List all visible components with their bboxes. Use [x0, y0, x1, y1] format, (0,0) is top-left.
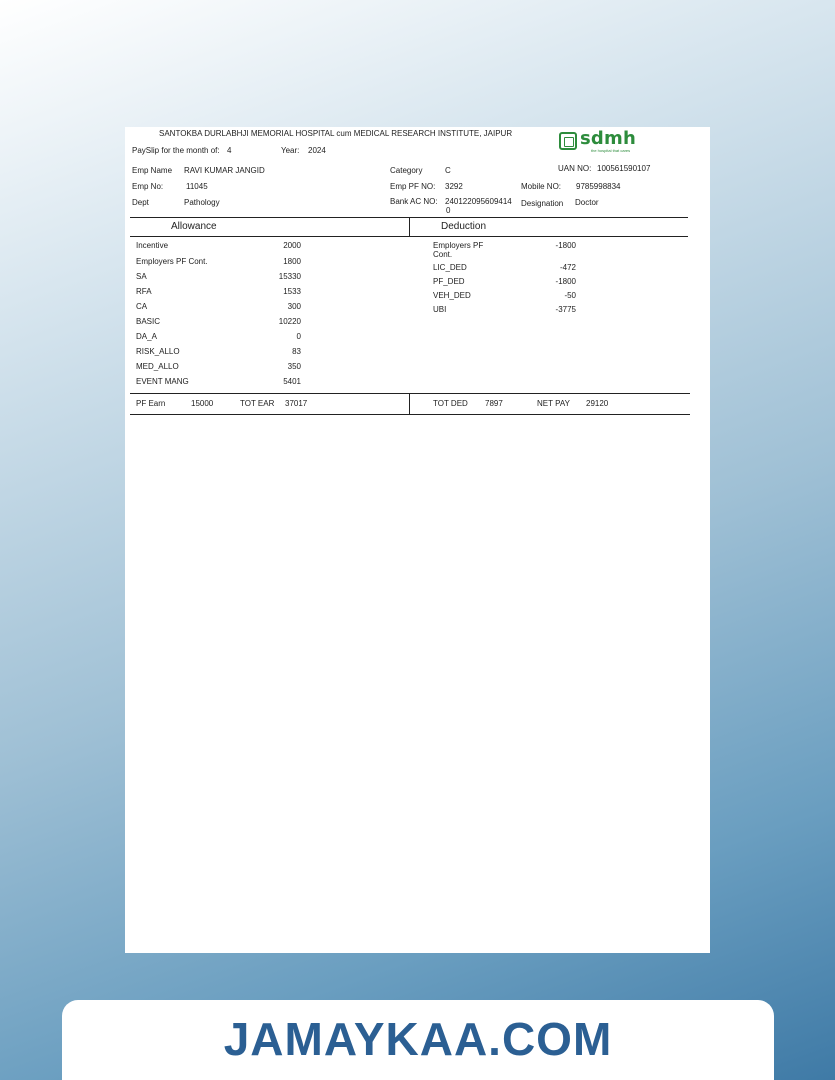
- allowance-label: EVENT MANG: [136, 377, 189, 386]
- tot-ear-label: TOT EAR: [240, 399, 275, 408]
- tot-ded-value: 7897: [485, 399, 503, 408]
- deduction-value: -50: [564, 291, 576, 300]
- deduction-value: -472: [559, 263, 576, 272]
- deduction-value: -1800: [555, 277, 576, 286]
- logo-tagline: the hospital that cares: [591, 148, 631, 153]
- emp-pf-no-value: 3292: [445, 182, 463, 191]
- allowance-label: RISK_ALLO: [136, 347, 180, 356]
- designation-value: Doctor: [575, 198, 599, 207]
- payslip-month: 4: [227, 146, 232, 155]
- allowance-value: 1533: [283, 287, 301, 296]
- net-pay-label: NET PAY: [537, 399, 570, 408]
- tot-ded-label: TOT DED: [433, 399, 468, 408]
- deduction-label: PF_DED: [433, 277, 465, 286]
- bank-ac-value: 240122095609414: [445, 197, 512, 206]
- allowance-value: 300: [287, 302, 301, 311]
- mobile-value: 9785998834: [576, 182, 621, 191]
- allowance-value: 10220: [278, 317, 301, 326]
- year-value: 2024: [308, 146, 326, 155]
- sdmh-logo-icon: [559, 132, 577, 150]
- allowance-label: Incentive: [136, 241, 169, 250]
- deduction-value: -3775: [555, 305, 576, 314]
- allowance-value: 5401: [283, 377, 301, 386]
- dept-label: Dept: [132, 198, 149, 207]
- dept-value: Pathology: [184, 198, 220, 207]
- allowance-label: MED_ALLO: [136, 362, 179, 371]
- deduction-value: -1800: [555, 241, 576, 250]
- allowance-value: 350: [287, 362, 301, 371]
- uan-value: 100561590107: [597, 164, 651, 173]
- allowance-value: 2000: [283, 241, 301, 250]
- tot-ear-value: 37017: [285, 399, 308, 408]
- deduction-label: UBI: [433, 305, 447, 314]
- allowance-label: CA: [136, 302, 148, 311]
- header-divider: [409, 217, 410, 237]
- category-value: C: [445, 166, 451, 175]
- allowance-label: RFA: [136, 287, 152, 296]
- year-label: Year:: [281, 146, 300, 155]
- designation-label: Designation: [521, 199, 564, 208]
- hospital-name: SANTOKBA DURLABHJI MEMORIAL HOSPITAL cum…: [159, 129, 513, 138]
- emp-no-value: 11045: [186, 182, 208, 191]
- allowance-value: 1800: [283, 257, 301, 266]
- emp-no-label: Emp No:: [132, 182, 164, 191]
- allowance-label: SA: [136, 272, 147, 281]
- emp-name-label: Emp Name: [132, 166, 173, 175]
- deduction-label: LIC_DED: [433, 263, 467, 272]
- payslip-label: PaySlip for the month of:: [132, 146, 220, 155]
- category-label: Category: [390, 166, 423, 175]
- allowance-label: BASIC: [136, 317, 161, 326]
- allowance-label: Employers PF Cont.: [136, 257, 208, 266]
- mobile-label: Mobile NO:: [521, 182, 562, 191]
- payslip-document: SANTOKBA DURLABHJI MEMORIAL HOSPITAL cum…: [125, 127, 710, 953]
- watermark-text: JAMAYKAA.COM: [223, 1013, 613, 1065]
- uan-label: UAN NO:: [558, 164, 592, 173]
- emp-name-value: RAVI KUMAR JANGID: [184, 166, 265, 175]
- deduction-label: VEH_DED: [433, 291, 471, 300]
- deduction-label-cont: Cont.: [433, 250, 453, 259]
- allowance-header: Allowance: [171, 221, 217, 232]
- allowance-value: 83: [292, 347, 301, 356]
- pf-earn-value: 15000: [191, 399, 214, 408]
- logo-text: sdmh: [580, 128, 636, 149]
- emp-pf-no-label: Emp PF NO:: [390, 182, 436, 191]
- net-pay-value: 29120: [586, 399, 609, 408]
- allowance-value: 0: [296, 332, 301, 341]
- totals-bottom-border: [130, 414, 690, 415]
- allowance-value: 15330: [278, 272, 301, 281]
- sdmh-logo: sdmh the hospital that cares: [557, 128, 637, 154]
- deduction-label: Employers PF: [433, 241, 484, 250]
- totals-divider: [409, 393, 410, 415]
- watermark-banner: JAMAYKAA.COM: [62, 1000, 774, 1080]
- pf-earn-label: PF Earn: [136, 399, 166, 408]
- totals-top-border: [130, 393, 690, 394]
- allowance-label: DA_A: [136, 332, 157, 341]
- bank-ac-value-cont: 0: [446, 206, 451, 215]
- bank-ac-label: Bank AC NO:: [390, 197, 438, 206]
- deduction-header: Deduction: [441, 221, 487, 232]
